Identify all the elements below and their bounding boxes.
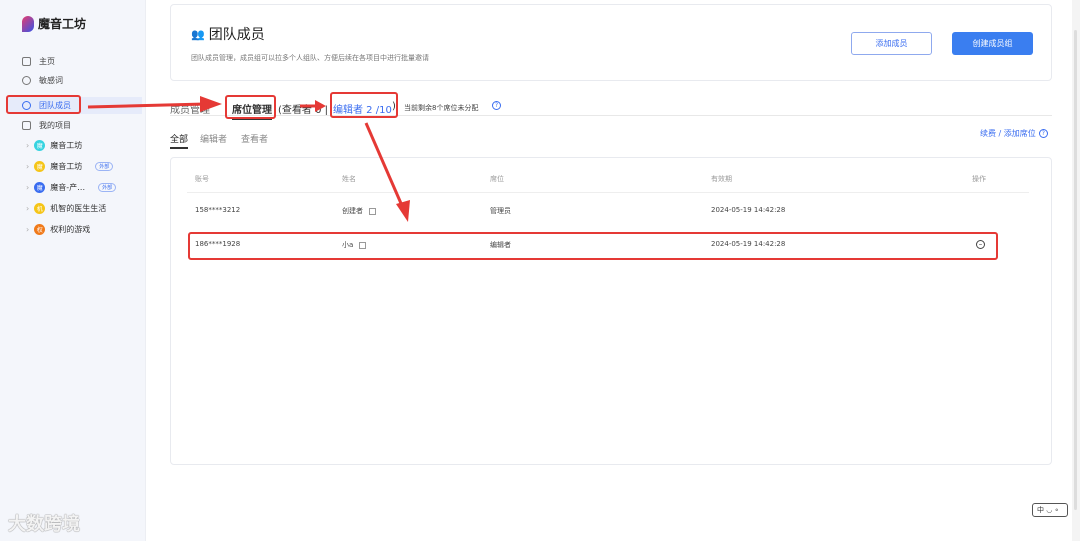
annotation-arrow [364, 122, 405, 209]
annotation-box [225, 95, 276, 119]
annotation-box [330, 92, 398, 118]
annotation-arrow [87, 102, 206, 109]
annotation-box [188, 232, 998, 260]
annotation-overlay [6, 92, 998, 260]
annotation-box [6, 95, 81, 114]
